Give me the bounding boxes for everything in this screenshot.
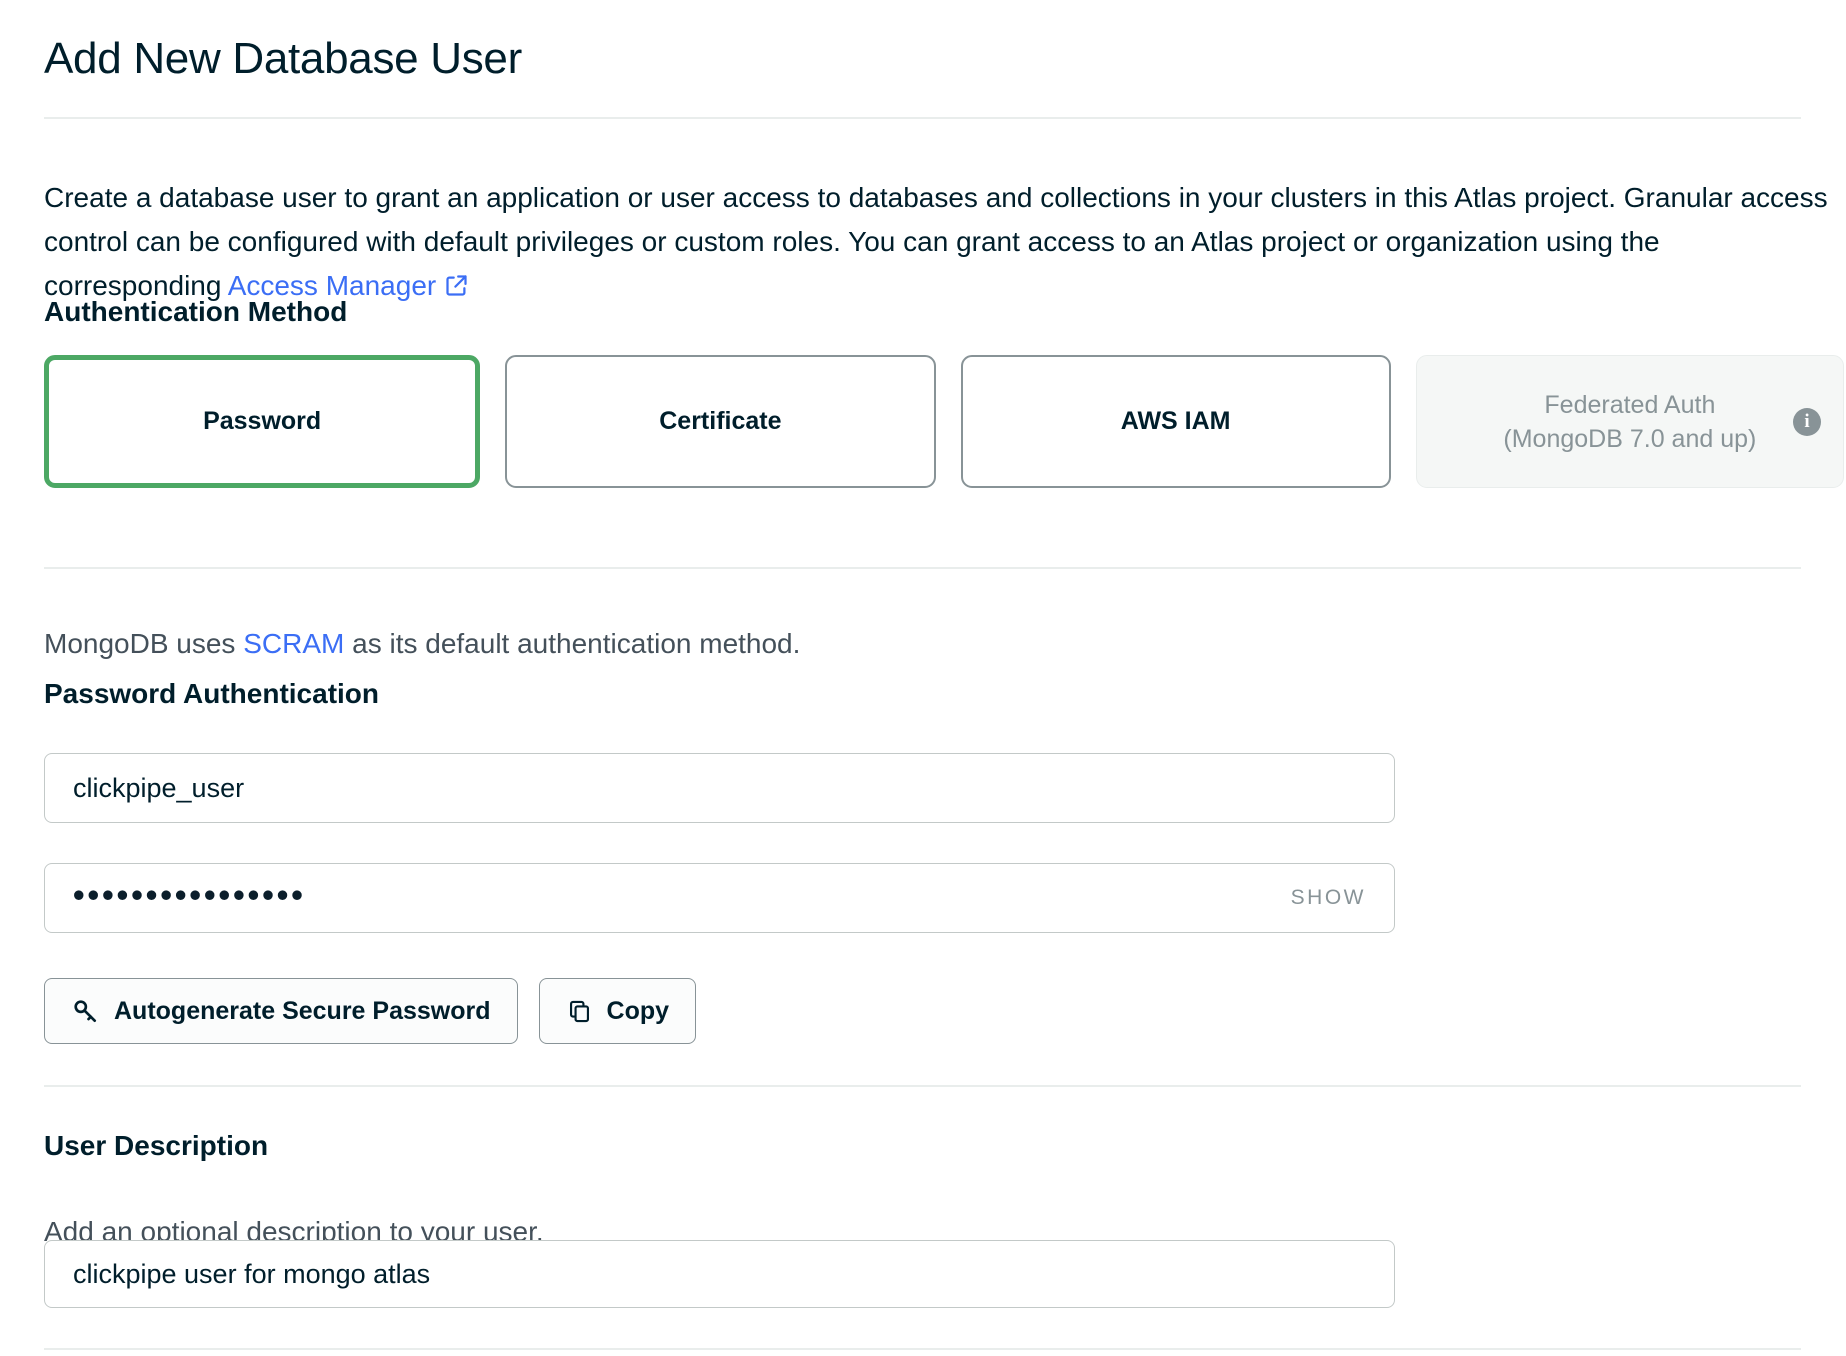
password-input[interactable]: •••••••••••••••• SHOW <box>44 863 1395 933</box>
key-icon <box>71 997 100 1026</box>
auth-option-federated-auth-label: Federated Auth (MongoDB 7.0 and up) <box>1503 388 1756 456</box>
password-authentication-heading: Password Authentication <box>44 678 379 710</box>
authentication-method-heading: Authentication Method <box>44 296 347 328</box>
federated-auth-line2: (MongoDB 7.0 and up) <box>1503 422 1756 456</box>
divider <box>44 117 1801 119</box>
username-input[interactable]: clickpipe_user <box>44 753 1395 823</box>
username-value: clickpipe_user <box>73 773 244 804</box>
federated-auth-line1: Federated Auth <box>1503 388 1756 422</box>
password-masked-value: •••••••••••••••• <box>73 860 306 930</box>
user-description-value: clickpipe user for mongo atlas <box>73 1259 430 1290</box>
auth-option-certificate-label: Certificate <box>659 407 781 436</box>
page-title: Add New Database User <box>44 34 522 84</box>
user-description-heading: User Description <box>44 1130 268 1162</box>
auth-option-aws-iam[interactable]: AWS IAM <box>961 355 1391 488</box>
auth-option-password-label: Password <box>203 407 321 436</box>
scram-note-after: as its default authentication method. <box>344 628 800 659</box>
password-actions: Autogenerate Secure Password Copy <box>44 978 696 1044</box>
divider <box>44 1085 1801 1087</box>
auth-method-options: Password Certificate AWS IAM Federated A… <box>44 355 1844 488</box>
user-description-input[interactable]: clickpipe user for mongo atlas <box>44 1240 1395 1308</box>
external-link-icon <box>443 272 470 299</box>
auth-option-password[interactable]: Password <box>44 355 480 488</box>
auth-option-aws-iam-label: AWS IAM <box>1121 407 1231 436</box>
scram-link[interactable]: SCRAM <box>243 628 344 659</box>
divider <box>44 567 1801 569</box>
scram-note-before: MongoDB uses <box>44 628 243 659</box>
autogenerate-password-button[interactable]: Autogenerate Secure Password <box>44 978 518 1044</box>
intro-paragraph: Create a database user to grant an appli… <box>44 176 1830 308</box>
copy-icon <box>566 998 593 1025</box>
auth-option-federated-auth: Federated Auth (MongoDB 7.0 and up) i <box>1416 355 1844 488</box>
divider <box>44 1348 1801 1350</box>
scram-note: MongoDB uses SCRAM as its default authen… <box>44 628 800 660</box>
show-password-toggle[interactable]: SHOW <box>1291 886 1366 910</box>
autogenerate-password-label: Autogenerate Secure Password <box>114 997 491 1026</box>
copy-password-button[interactable]: Copy <box>539 978 697 1044</box>
auth-option-certificate[interactable]: Certificate <box>505 355 935 488</box>
info-icon[interactable]: i <box>1793 408 1821 436</box>
copy-password-label: Copy <box>607 997 670 1026</box>
